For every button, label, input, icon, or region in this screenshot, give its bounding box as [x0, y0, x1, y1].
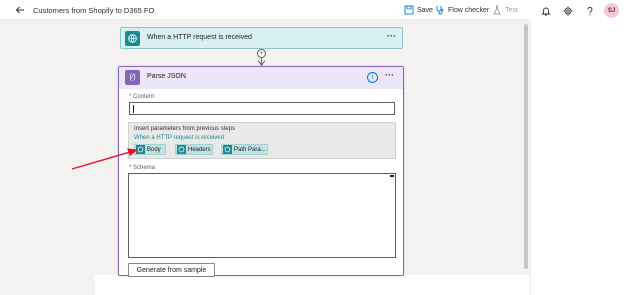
generate-from-sample-button[interactable]: Generate from sample [128, 263, 215, 277]
save-label: Save [417, 6, 433, 14]
http-token-icon [177, 145, 186, 154]
token-chip-label: Headers [188, 146, 211, 153]
token-chip-headers[interactable]: Headers [175, 144, 213, 155]
parse-json-title: Parse JSON [147, 73, 186, 80]
info-icon[interactable]: i [367, 72, 378, 83]
http-token-icon [223, 145, 232, 154]
bell-icon[interactable] [541, 6, 551, 16]
trigger-card[interactable]: When a HTTP request is received ··· [120, 27, 403, 49]
annotation-arrow-icon [71, 148, 138, 170]
flow-checker-button[interactable]: Flow checker [435, 5, 489, 15]
token-chip-label: Path Para... [234, 146, 266, 153]
scrollbar-thumb[interactable] [524, 24, 528, 269]
schema-editor[interactable] [128, 173, 396, 258]
stethoscope-icon [436, 6, 444, 15]
globe-icon [128, 34, 137, 43]
flow-title: Customers from Shopify to D365 FO [33, 6, 155, 15]
flask-icon [493, 5, 501, 15]
account-bar: SJ [530, 0, 624, 22]
right-pane [530, 22, 624, 295]
parse-json-header[interactable]: {⁄} Parse JSON i ··· [119, 67, 403, 89]
back-arrow-icon[interactable] [14, 4, 26, 16]
user-avatar[interactable]: SJ [604, 3, 619, 18]
parse-json-more-button[interactable]: ··· [385, 70, 394, 80]
token-chip-path-parameters[interactable]: Path Para... [221, 144, 268, 155]
http-request-icon [125, 31, 140, 46]
params-title: Insert parameters from previous steps [134, 126, 236, 132]
dynamic-content-panel: Insert parameters from previous steps Wh… [128, 122, 396, 159]
save-button[interactable]: Save [404, 5, 433, 15]
top-bar: Customers from Shopify to D365 FO Save F… [0, 0, 530, 20]
trigger-more-button[interactable]: ··· [387, 31, 396, 41]
question-icon[interactable] [585, 6, 595, 16]
add-step-plus-icon[interactable]: + [257, 49, 266, 58]
text-caret [133, 105, 134, 113]
test-button[interactable]: Test [492, 5, 518, 15]
data-operation-icon: {⁄} [125, 70, 140, 85]
schema-scrollbar[interactable] [390, 175, 394, 256]
content-label: * Content [129, 94, 155, 100]
canvas-footer [0, 275, 95, 295]
test-label: Test [505, 6, 518, 14]
gear-icon[interactable] [563, 6, 573, 16]
content-input[interactable] [129, 102, 395, 115]
parse-json-card: {⁄} Parse JSON i ··· * Content Insert pa… [118, 66, 404, 277]
token-chip-label: Body [147, 146, 161, 153]
save-icon [404, 5, 414, 15]
params-source: When a HTTP request is received [134, 135, 224, 141]
trigger-label: When a HTTP request is received [147, 34, 252, 41]
flow-checker-label: Flow checker [448, 6, 490, 14]
